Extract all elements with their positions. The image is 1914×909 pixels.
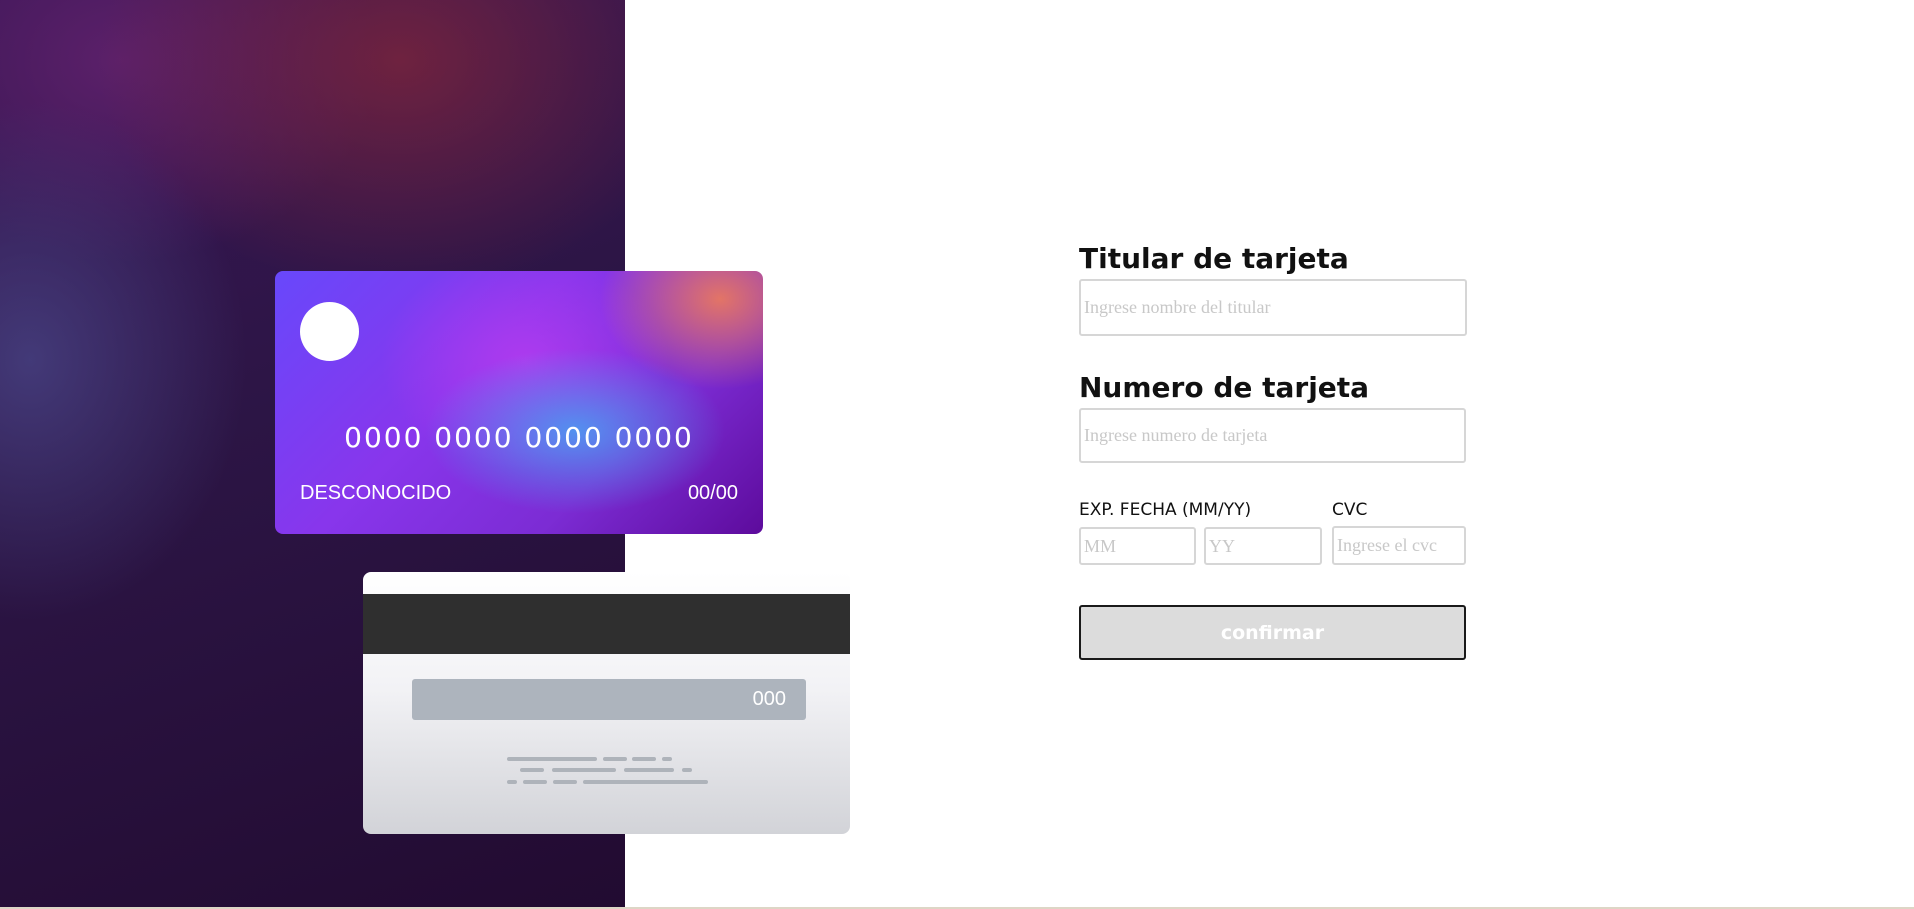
cvc-input[interactable] xyxy=(1332,526,1466,565)
card-number-label: Numero de tarjeta xyxy=(1079,371,1370,404)
card-logo-circle xyxy=(300,302,359,361)
signature-strip: 000 xyxy=(412,679,806,720)
card-front-preview: 0000 0000 0000 0000 DESCONOCIDO 00/00 xyxy=(275,271,763,534)
holder-name-input[interactable] xyxy=(1079,279,1467,336)
expiry-month-input[interactable] xyxy=(1079,527,1196,565)
magnetic-stripe xyxy=(363,594,850,654)
card-number-input[interactable] xyxy=(1079,408,1466,463)
card-cvc-display: 000 xyxy=(752,688,786,710)
expiry-label: EXP. FECHA (MM/YY) xyxy=(1079,500,1252,520)
card-expiry-display: 00/00 xyxy=(687,482,738,504)
confirm-button[interactable]: confirmar xyxy=(1079,605,1466,660)
card-number-display: 0000 0000 0000 0000 xyxy=(344,421,694,454)
card-holder-display: DESCONOCIDO xyxy=(300,482,452,504)
cvc-label: CVC xyxy=(1332,500,1368,520)
expiry-year-input[interactable] xyxy=(1204,527,1322,565)
card-back-preview: 000 xyxy=(363,572,850,834)
holder-label: Titular de tarjeta xyxy=(1079,242,1349,275)
